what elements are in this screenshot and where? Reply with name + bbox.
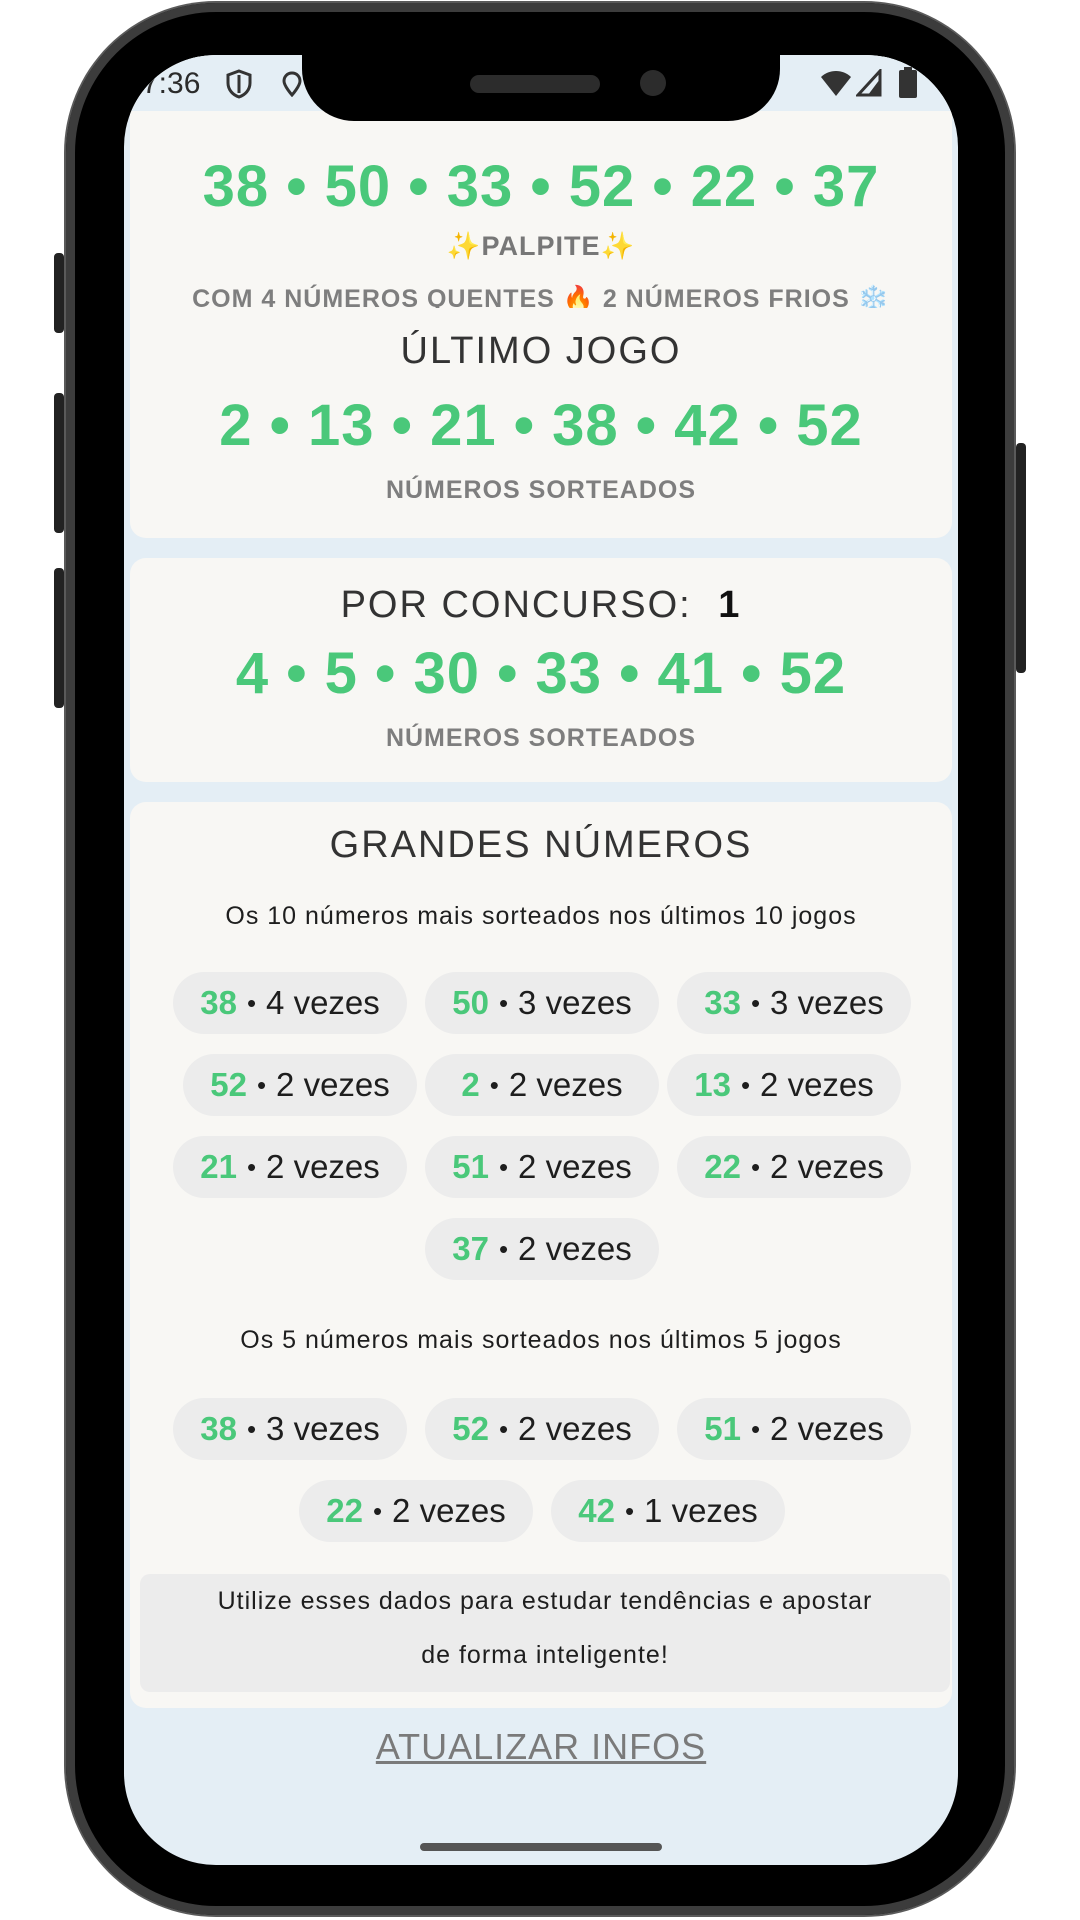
pill-separator: • xyxy=(372,1495,383,1526)
update-info-link[interactable]: ATUALIZAR INFOS xyxy=(124,1726,958,1768)
ultimo-jogo-numbers: 2 • 13 • 21 • 38 • 42 • 52 xyxy=(219,393,863,458)
home-indicator[interactable] xyxy=(420,1843,662,1851)
pill-number: 22 xyxy=(704,1148,741,1185)
pill-count: 2 vezes xyxy=(760,1066,874,1103)
tip-line-1: Utilize esses dados para estudar tendênc… xyxy=(217,1587,873,1615)
number-pill: 21 • 2 vezes xyxy=(173,1136,407,1198)
por-concurso-caption: NÚMEROS SORTEADOS xyxy=(385,724,697,752)
pill-count: 2 vezes xyxy=(276,1066,390,1103)
por-concurso-header: POR CONCURSO: 1 xyxy=(130,584,952,627)
pill-number: 51 xyxy=(704,1410,741,1447)
pill-count: 3 vezes xyxy=(770,984,884,1021)
tip-line-2: de forma inteligente! xyxy=(421,1641,669,1669)
signal-icon xyxy=(856,69,882,97)
pill-number: 42 xyxy=(578,1492,615,1529)
pill-separator: • xyxy=(750,1413,761,1444)
pill-number: 38 xyxy=(200,984,237,1021)
pill-separator: • xyxy=(498,1413,509,1444)
wifi-icon xyxy=(821,71,851,96)
por-concurso-label: POR CONCURSO: xyxy=(340,584,692,626)
number-pill: 38 • 3 vezes xyxy=(173,1398,407,1460)
number-pill: 13 • 2 vezes xyxy=(667,1054,901,1116)
pill-separator: • xyxy=(740,1069,751,1100)
pill-count: 3 vezes xyxy=(266,1410,380,1447)
number-pill: 52 • 2 vezes xyxy=(183,1054,417,1116)
battery-icon xyxy=(899,67,917,98)
pill-count: 4 vezes xyxy=(266,984,380,1021)
pill-count: 3 vezes xyxy=(518,984,632,1021)
pill-separator: • xyxy=(750,987,761,1018)
pill-separator: • xyxy=(246,1413,257,1444)
number-pill: 50 • 3 vezes xyxy=(425,972,659,1034)
pill-separator: • xyxy=(498,987,509,1018)
number-pill: 51 • 2 vezes xyxy=(425,1136,659,1198)
number-pill: 51 • 2 vezes xyxy=(677,1398,911,1460)
pill-count: 2 vezes xyxy=(508,1066,623,1103)
status-time: 7:36 xyxy=(142,67,201,100)
number-pill: 33 • 3 vezes xyxy=(677,972,911,1034)
screen: 38 • 50 • 33 • 52 • 22 • 37 ✨PALPITE✨ CO… xyxy=(124,55,958,1865)
power-button xyxy=(1016,443,1026,673)
pill-separator: • xyxy=(750,1151,761,1182)
pill-count: 2 vezes xyxy=(518,1410,632,1447)
speaker xyxy=(470,75,600,93)
pill-separator: • xyxy=(256,1069,267,1100)
tip-box: Utilize esses dados para estudar tendênc… xyxy=(140,1574,950,1692)
ultimo-jogo-title: ÚLTIMO JOGO xyxy=(400,330,682,372)
pill-separator: • xyxy=(246,987,257,1018)
pill-number: 51 xyxy=(452,1148,489,1185)
palpite-numbers: 38 • 50 • 33 • 52 • 22 • 37 xyxy=(202,154,880,219)
grandes-numeros-card: GRANDES NÚMEROS Os 10 números mais sorte… xyxy=(130,802,952,1708)
front-camera xyxy=(640,70,666,96)
pill-count: 2 vezes xyxy=(770,1410,884,1447)
number-pill: 52 • 2 vezes xyxy=(425,1398,659,1460)
por-concurso-value[interactable]: 1 xyxy=(718,584,741,626)
pill-count: 2 vezes xyxy=(518,1148,632,1185)
pill-separator: • xyxy=(624,1495,635,1526)
number-pill: 2 • 2 vezes xyxy=(425,1054,659,1116)
por-concurso-numbers: 4 • 5 • 30 • 33 • 41 • 52 xyxy=(235,641,847,706)
ultimo-jogo-card: ÚLTIMO JOGO 2 • 13 • 21 • 38 • 42 • 52 N… xyxy=(130,308,952,538)
top10-subtitle: Os 10 números mais sorteados nos últimos… xyxy=(225,902,857,930)
ultimo-jogo-caption: NÚMEROS SORTEADOS xyxy=(385,476,697,504)
mute-switch xyxy=(54,253,64,333)
pill-separator: • xyxy=(498,1233,509,1264)
pill-count: 2 vezes xyxy=(770,1148,884,1185)
pill-count: 2 vezes xyxy=(266,1148,380,1185)
number-pill: 37 • 2 vezes xyxy=(425,1218,659,1280)
por-concurso-card: POR CONCURSO: 1 4 • 5 • 30 • 33 • 41 • 5… xyxy=(130,558,952,782)
pill-separator: • xyxy=(489,1069,499,1100)
shield-icon xyxy=(226,69,252,99)
pill-number: 37 xyxy=(452,1230,489,1267)
grandes-numeros-title: GRANDES NÚMEROS xyxy=(329,824,753,866)
pill-number: 38 xyxy=(200,1410,237,1447)
pill-number: 33 xyxy=(704,984,741,1021)
top5-subtitle: Os 5 números mais sorteados nos últimos … xyxy=(240,1326,842,1354)
pill-count: 1 vezes xyxy=(644,1492,758,1529)
pill-number: 21 xyxy=(200,1148,237,1185)
pill-number: 52 xyxy=(210,1066,247,1103)
pill-separator: • xyxy=(246,1151,257,1182)
number-pill: 42 • 1 vezes xyxy=(551,1480,785,1542)
pill-number: 50 xyxy=(452,984,489,1021)
volume-down-button xyxy=(54,568,64,708)
pill-number: 13 xyxy=(694,1066,731,1103)
number-pill: 38 • 4 vezes xyxy=(173,972,407,1034)
scroll-content[interactable]: 38 • 50 • 33 • 52 • 22 • 37 ✨PALPITE✨ CO… xyxy=(124,55,958,1865)
notch xyxy=(302,55,780,121)
palpite-title: ✨PALPITE✨ xyxy=(446,231,636,261)
pill-count: 2 vezes xyxy=(518,1230,632,1267)
pill-separator: • xyxy=(498,1151,509,1182)
pill-number: 22 xyxy=(326,1492,363,1529)
pill-number: 2 xyxy=(461,1066,480,1103)
volume-up-button xyxy=(54,393,64,533)
pill-number: 52 xyxy=(452,1410,489,1447)
number-pill: 22 • 2 vezes xyxy=(677,1136,911,1198)
location-icon xyxy=(282,71,302,97)
number-pill: 22 • 2 vezes xyxy=(299,1480,533,1542)
pill-count: 2 vezes xyxy=(392,1492,506,1529)
